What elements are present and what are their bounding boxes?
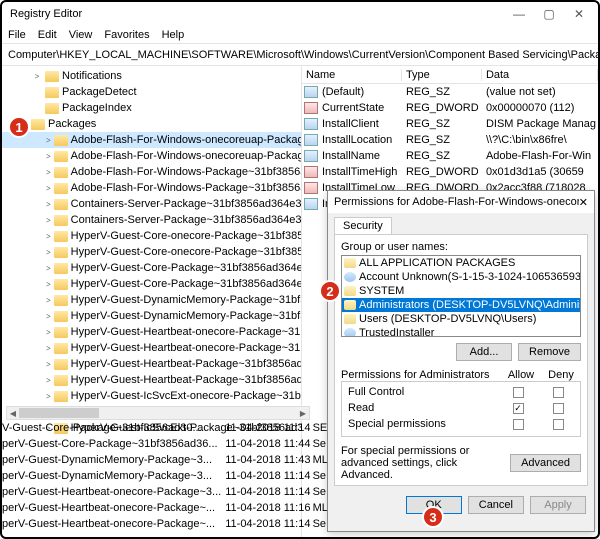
deny-checkbox[interactable] <box>553 419 564 430</box>
tree-item[interactable]: >Adobe-Flash-For-Windows-Package~31bf385… <box>2 180 301 196</box>
advanced-text: For special permissions or advanced sett… <box>341 445 504 481</box>
deny-checkbox[interactable] <box>553 387 564 398</box>
tree-item[interactable]: >HyperV-Guest-Core-Package~31bf3856ad364… <box>2 260 301 276</box>
list-item[interactable]: perV-Guest-Heartbeat-onecore-Package~...… <box>2 502 332 518</box>
remove-button[interactable]: Remove <box>518 343 581 361</box>
list-item[interactable]: perV-Guest-DynamicMemory-Package~3...11-… <box>2 454 332 470</box>
tree-item[interactable]: >HyperV-Guest-Core-onecore-Package~31bf3… <box>2 244 301 260</box>
address-bar[interactable]: Computer\HKEY_LOCAL_MACHINE\SOFTWARE\Mic… <box>2 44 598 66</box>
permission-row: Read✓ <box>344 400 578 416</box>
value-row[interactable]: (Default)REG_SZ(value not set) <box>302 84 598 100</box>
list-item[interactable]: perV-Guest-DynamicMemory-Package~3...11-… <box>2 470 332 486</box>
tree-item[interactable]: PackageDetect <box>2 84 301 100</box>
callout-3: 3 <box>422 506 444 528</box>
tree-item[interactable]: >HyperV-Guest-Core-Package~31bf3856ad364… <box>2 276 301 292</box>
permissions-dialog: Permissions for Adobe-Flash-For-Windows-… <box>327 190 595 532</box>
user-row[interactable]: TrustedInstaller <box>342 326 580 337</box>
callout-1: 1 <box>8 116 30 138</box>
scroll-left-icon[interactable]: ◀ <box>7 409 19 418</box>
tab-security[interactable]: Security <box>334 217 392 234</box>
close-button[interactable]: ✕ <box>564 7 594 21</box>
main-titlebar: Registry Editor — ▢ ✕ <box>2 2 598 26</box>
value-row[interactable]: InstallTimeHighREG_DWORD0x01d3d1a5 (3065… <box>302 164 598 180</box>
perm-titlebar: Permissions for Adobe-Flash-For-Windows-… <box>328 191 594 213</box>
permission-row: Special permissions <box>344 416 578 432</box>
col-data[interactable]: Data <box>482 69 598 81</box>
tree-item[interactable]: >HyperV-Guest-Core-onecore-Package~31bf3… <box>2 228 301 244</box>
list-item[interactable]: V-Guest-Core-Package~31bf3856ad30...11-0… <box>2 422 332 438</box>
user-row[interactable]: ALL APPLICATION PACKAGES <box>342 256 580 270</box>
deny-checkbox[interactable] <box>553 403 564 414</box>
tree-item[interactable]: >HyperV-Guest-IcSvcExt-onecore-Package~3… <box>2 388 301 404</box>
list-item[interactable]: perV-Guest-Core-Package~31bf3856ad36...1… <box>2 438 332 454</box>
tree-item[interactable]: >Adobe-Flash-For-Windows-onecoreuap-Pack… <box>2 132 301 148</box>
allow-header: Allow <box>501 369 541 381</box>
window-title: Registry Editor <box>6 8 504 20</box>
user-row[interactable]: Users (DESKTOP-DV5LVNQ\Users) <box>342 312 580 326</box>
permissions-table: Full ControlRead✓Special permissions <box>341 381 581 437</box>
values-header: Name Type Data <box>302 66 598 84</box>
list-item[interactable]: perV-Guest-Heartbeat-onecore-Package~3..… <box>2 486 332 502</box>
callout-2: 2 <box>319 280 341 302</box>
menubar: File Edit View Favorites Help <box>2 26 598 44</box>
allow-checkbox[interactable] <box>513 387 524 398</box>
minimize-button[interactable]: — <box>504 7 534 21</box>
menu-help[interactable]: Help <box>162 29 185 41</box>
value-row[interactable]: InstallClientREG_SZDISM Package Manag <box>302 116 598 132</box>
tree-item[interactable]: >HyperV-Guest-DynamicMemory-Package~31bf… <box>2 308 301 324</box>
tree-item[interactable]: PackageIndex <box>2 100 301 116</box>
menu-edit[interactable]: Edit <box>38 29 57 41</box>
perm-close-button[interactable]: ✕ <box>579 196 588 209</box>
tree-item[interactable]: >HyperV-Guest-Heartbeat-onecore-Package~… <box>2 324 301 340</box>
tree-item[interactable]: >HyperV-Guest-Heartbeat-Package~31bf3856… <box>2 356 301 372</box>
tree-item-packages[interactable]: ⌄Packages <box>2 116 301 132</box>
address-text: Computer\HKEY_LOCAL_MACHINE\SOFTWARE\Mic… <box>8 49 598 61</box>
tree-horizontal-scrollbar[interactable]: ◀ ▶ <box>6 406 310 420</box>
allow-checkbox[interactable] <box>513 419 524 430</box>
menu-file[interactable]: File <box>8 29 26 41</box>
user-row[interactable]: Account Unknown(S-1-15-3-1024-1065365936… <box>342 270 580 284</box>
tree-item[interactable]: >HyperV-Guest-Heartbeat-onecore-Package~… <box>2 340 301 356</box>
user-row[interactable]: SYSTEM <box>342 284 580 298</box>
menu-view[interactable]: View <box>69 29 93 41</box>
background-file-list: V-Guest-Core-Package~31bf3856ad30...11-0… <box>2 422 332 534</box>
user-row[interactable]: Administrators (DESKTOP-DV5LVNQ\Administ… <box>342 298 580 312</box>
apply-button[interactable]: Apply <box>530 496 586 514</box>
maximize-button[interactable]: ▢ <box>534 7 564 21</box>
value-row[interactable]: InstallLocationREG_SZ\\?\C:\bin\x86fre\ <box>302 132 598 148</box>
value-row[interactable]: CurrentStateREG_DWORD0x00000070 (112) <box>302 100 598 116</box>
tree-item[interactable]: >Adobe-Flash-For-Windows-onecoreuap-Pack… <box>2 148 301 164</box>
add-button[interactable]: Add... <box>456 343 512 361</box>
cancel-button[interactable]: Cancel <box>468 496 524 514</box>
tree-item[interactable]: >HyperV-Guest-Heartbeat-Package~31bf3856… <box>2 372 301 388</box>
tree-item[interactable]: >Adobe-Flash-For-Windows-Package~31bf385… <box>2 164 301 180</box>
list-item[interactable]: perV-Guest-Heartbeat-onecore-Package~...… <box>2 518 332 534</box>
user-list[interactable]: ALL APPLICATION PACKAGESAccount Unknown(… <box>341 255 581 337</box>
group-label: Group or user names: <box>341 241 581 253</box>
deny-header: Deny <box>541 369 581 381</box>
tree-item[interactable]: >HyperV-Guest-DynamicMemory-Package~31bf… <box>2 292 301 308</box>
col-name[interactable]: Name <box>302 69 402 81</box>
col-type[interactable]: Type <box>402 69 482 81</box>
allow-checkbox[interactable]: ✓ <box>513 403 524 414</box>
permissions-for-label: Permissions for Administrators <box>341 369 501 381</box>
perm-title: Permissions for Adobe-Flash-For-Windows-… <box>334 196 579 208</box>
tree-item[interactable]: >Notifications <box>2 68 301 84</box>
scroll-right-icon[interactable]: ▶ <box>297 409 309 418</box>
value-row[interactable]: InstallNameREG_SZAdobe-Flash-For-Win <box>302 148 598 164</box>
tree-item[interactable]: >Containers-Server-Package~31bf3856ad364… <box>2 196 301 212</box>
permission-row: Full Control <box>344 384 578 400</box>
scroll-thumb[interactable] <box>19 408 99 418</box>
advanced-button[interactable]: Advanced <box>510 454 581 472</box>
menu-favorites[interactable]: Favorites <box>104 29 149 41</box>
tree-item[interactable]: >Containers-Server-Package~31bf3856ad364… <box>2 212 301 228</box>
